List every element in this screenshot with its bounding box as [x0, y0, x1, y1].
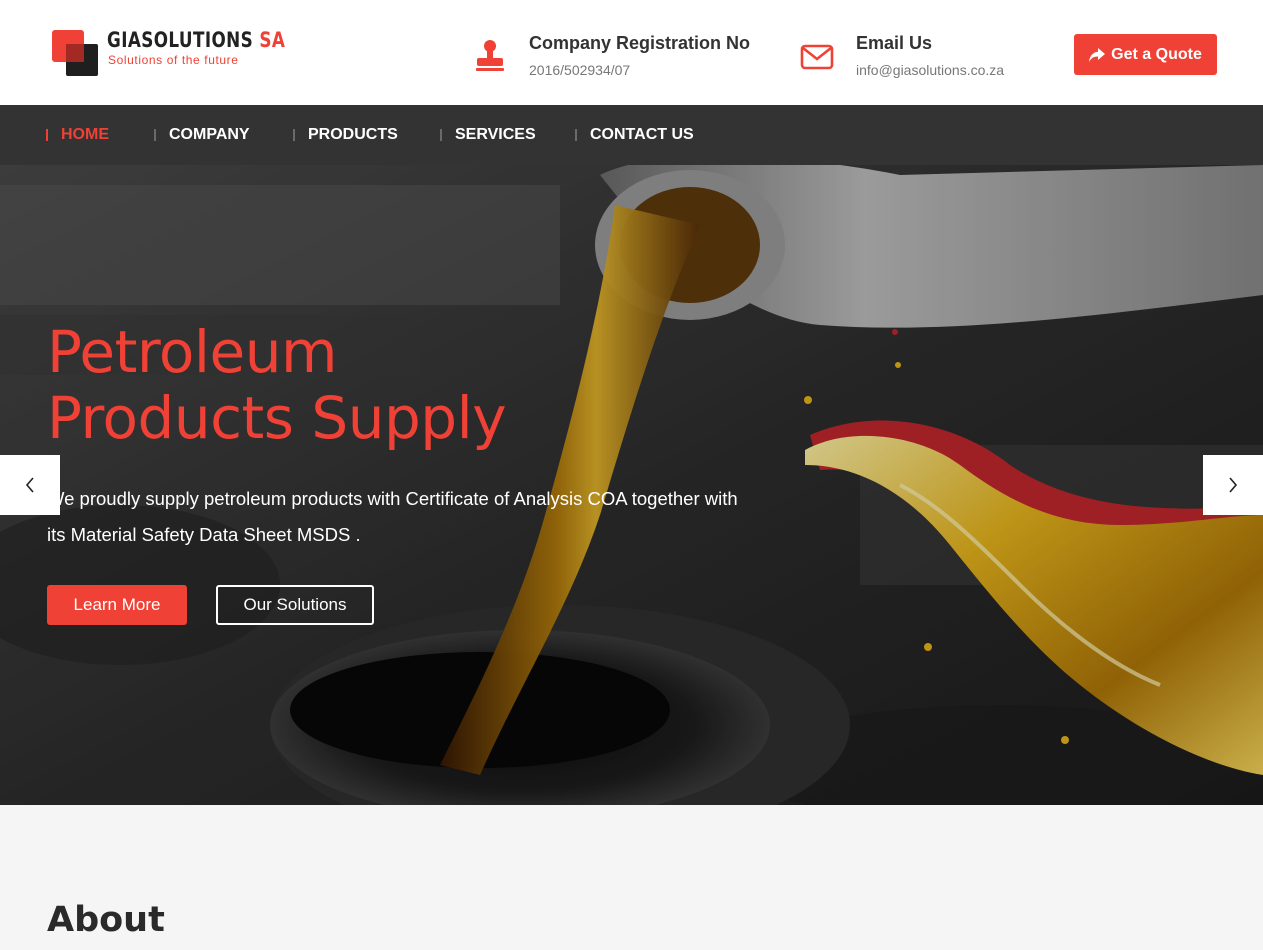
nav-item-services[interactable]: SERVICES [440, 105, 536, 165]
envelope-icon [800, 44, 834, 70]
nav-item-products[interactable]: PRODUCTS [293, 105, 398, 165]
hero-description: We proudly supply petroleum products wit… [47, 488, 738, 545]
logo-mark [52, 30, 98, 76]
hero-title: Petroleum Products Supply [47, 319, 647, 451]
slider-next-button[interactable] [1203, 455, 1263, 515]
email-title: Email Us [856, 33, 933, 53]
nav-item-contact-us[interactable]: CONTACT US [575, 105, 694, 165]
stamp-icon [476, 40, 504, 71]
logo[interactable]: GIASOLUTIONS SA Solutions of the future [52, 28, 285, 78]
site-header: GIASOLUTIONS SA Solutions of the future … [0, 0, 1263, 105]
logo-tagline: Solutions of the future [108, 53, 239, 67]
hero-title-line1: Petroleum [47, 318, 337, 386]
email-address[interactable]: info@giasolutions.co.za [856, 62, 1004, 78]
main-nav: HOME COMPANY PRODUCTS SERVICES CONTACT U… [0, 105, 1263, 165]
slider-prev-button[interactable] [0, 455, 60, 515]
hero-title-line2: Products Supply [47, 384, 507, 452]
get-quote-label: Get a Quote [1111, 45, 1202, 63]
chevron-left-icon [25, 477, 34, 493]
share-arrow-icon [1089, 47, 1106, 62]
nav-item-home[interactable]: HOME [46, 105, 109, 165]
email-info: Email Us info@giasolutions.co.za [800, 33, 1040, 83]
learn-more-button[interactable]: Learn More [47, 585, 187, 625]
registration-title: Company Registration No [529, 33, 751, 53]
nav-item-company[interactable]: COMPANY [154, 105, 250, 165]
logo-name: GIASOLUTIONS SA [107, 28, 286, 52]
get-quote-button[interactable]: Get a Quote [1074, 34, 1217, 75]
our-solutions-button[interactable]: Our Solutions [216, 585, 374, 625]
about-heading: About [47, 900, 165, 940]
registration-number: 2016/502934/07 [529, 62, 631, 78]
registration-info: Company Registration No 2016/502934/07 [473, 33, 763, 83]
chevron-right-icon [1229, 477, 1238, 493]
hero-slider: Petroleum Products Supply We proudly sup… [0, 165, 1263, 805]
